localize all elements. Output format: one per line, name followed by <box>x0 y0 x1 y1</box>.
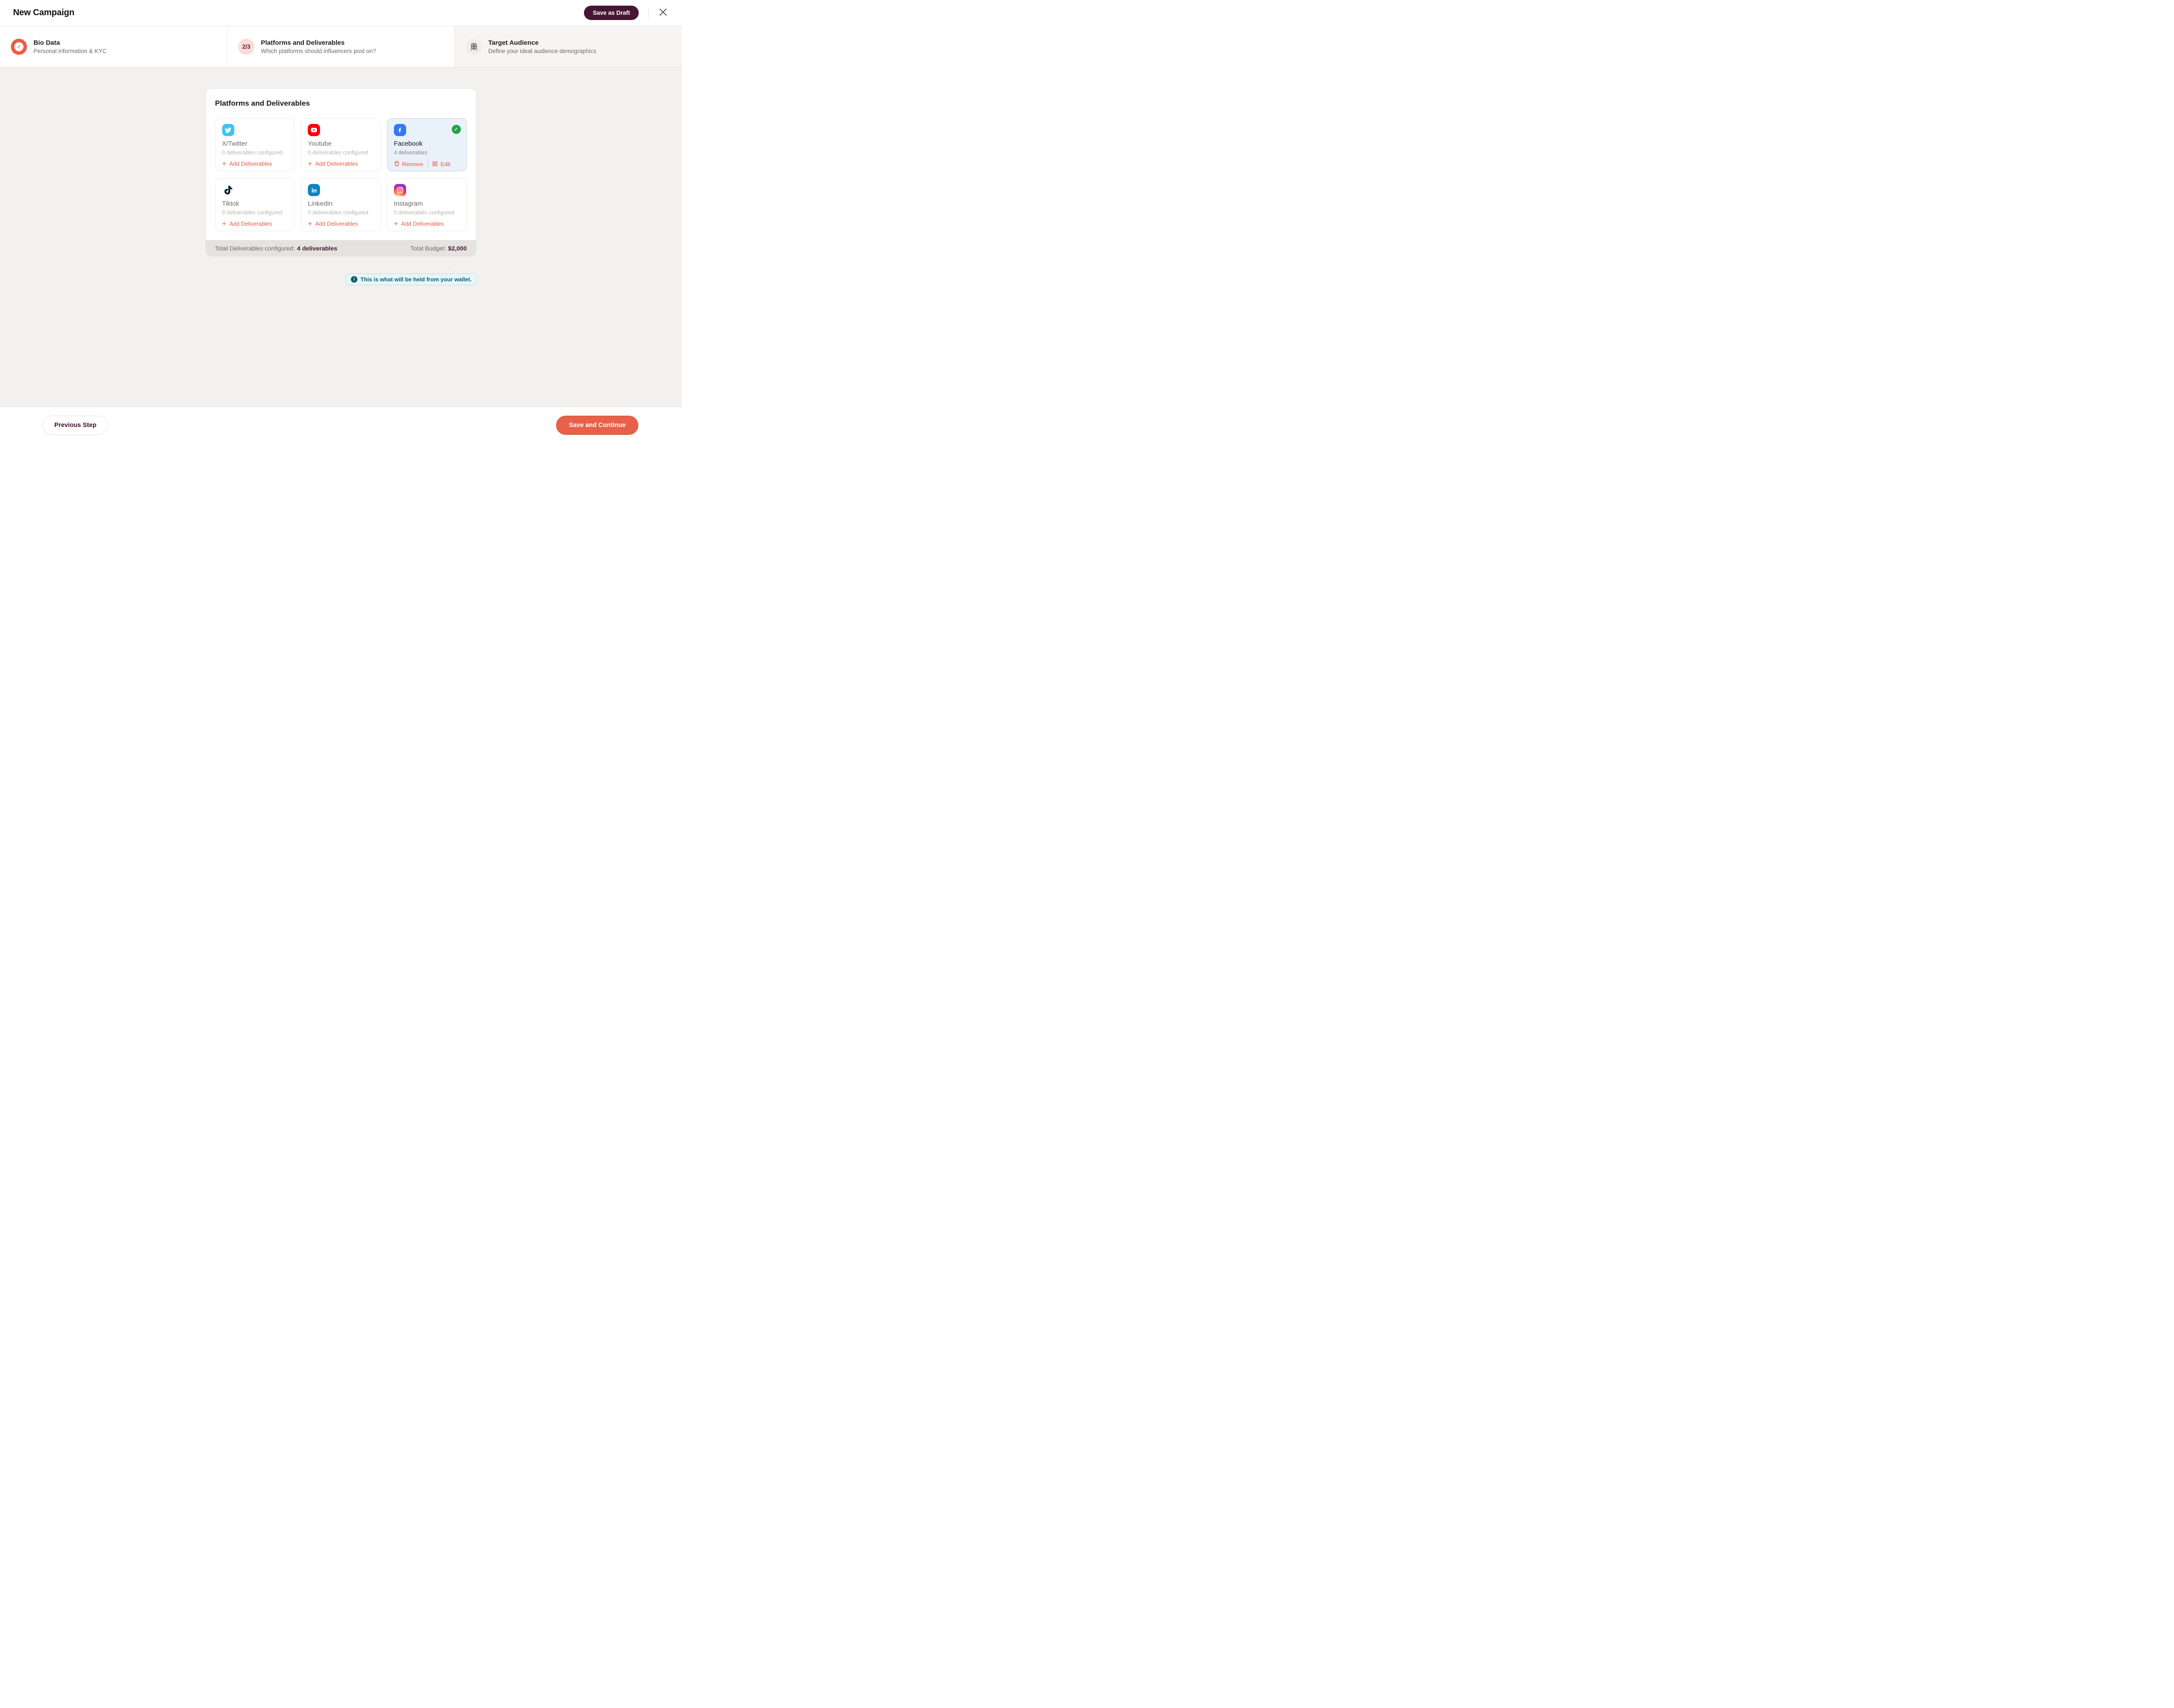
step-bio-data[interactable]: ✓ Bio Data Personal information & KYC <box>0 26 227 67</box>
bottom-action-bar: Previous Step Save and Continue <box>0 407 682 443</box>
platform-card-tiktok[interactable]: Tiktok 0 deliverables configured + Add D… <box>215 178 295 231</box>
total-deliverables: Total Deliverables configured:4 delivera… <box>215 245 337 252</box>
platform-status: 0 deliverables configured <box>222 210 288 216</box>
platforms-card: Platforms and Deliverables X/Twitter 0 d… <box>206 88 477 257</box>
platform-grid: X/Twitter 0 deliverables configured + Ad… <box>215 118 467 231</box>
previous-step-button[interactable]: Previous Step <box>43 416 108 435</box>
step-target-audience[interactable]: Target Audience Define your ideal audien… <box>455 26 682 67</box>
add-deliverables-button[interactable]: + Add Deliverables <box>308 160 358 167</box>
platform-card-youtube[interactable]: Youtube 0 deliverables configured + Add … <box>301 118 381 171</box>
platform-status: 0 deliverables configured <box>308 150 374 156</box>
info-icon: i <box>351 276 357 283</box>
tooltip-text: This is what will be held from your wall… <box>360 276 472 283</box>
youtube-icon <box>308 124 320 136</box>
audience-group-icon <box>466 39 482 55</box>
tiktok-icon <box>222 184 234 196</box>
totals-bar: Total Deliverables configured:4 delivera… <box>206 240 476 256</box>
page-title: New Campaign <box>13 8 74 18</box>
header: New Campaign Save as Draft <box>0 0 682 26</box>
platform-name: Facebook <box>394 140 460 147</box>
plus-icon: + <box>222 161 227 167</box>
plus-icon: + <box>308 221 312 227</box>
platform-card-instagram[interactable]: Instagram 0 deliverables configured + Ad… <box>387 178 467 231</box>
total-budget-value: $2,000 <box>448 245 467 252</box>
edit-button[interactable]: Edit <box>432 161 450 168</box>
platform-status: 0 deliverables configured <box>222 150 288 156</box>
twitter-icon <box>222 124 234 136</box>
save-and-continue-button[interactable]: Save and Continue <box>556 416 638 435</box>
check-icon: ✓ <box>14 42 23 51</box>
save-as-draft-button[interactable]: Save as Draft <box>584 6 639 20</box>
instagram-icon <box>394 184 406 196</box>
add-deliverables-button[interactable]: + Add Deliverables <box>222 220 272 227</box>
edit-icon <box>432 161 438 168</box>
platform-status: 0 deliverables configured <box>308 210 374 216</box>
step-completed-icon: ✓ <box>11 39 27 55</box>
platform-status: 0 deliverables configured <box>394 210 460 216</box>
step-title: Bio Data <box>33 39 107 47</box>
facebook-icon <box>394 124 406 136</box>
header-divider <box>648 8 649 18</box>
main-content: Platforms and Deliverables X/Twitter 0 d… <box>0 67 682 407</box>
total-budget: Total Budget:$2,000 <box>410 245 467 252</box>
platform-name: Instagram <box>394 200 460 207</box>
step-subtitle: Personal information & KYC <box>33 48 107 54</box>
platform-card-facebook[interactable]: ✓ Facebook 4 deliverables Remove <box>387 118 467 171</box>
step-title: Target Audience <box>488 39 596 47</box>
close-button[interactable] <box>658 7 668 18</box>
platform-status: 4 deliverables <box>394 150 460 156</box>
action-divider <box>427 161 428 168</box>
platform-name: X/Twitter <box>222 140 288 147</box>
remove-button[interactable]: Remove <box>394 160 423 168</box>
plus-icon: + <box>308 161 312 167</box>
wallet-hold-tooltip: i This is what will be held from your wa… <box>346 274 477 285</box>
step-subtitle: Define your ideal audience demographics <box>488 48 596 54</box>
plus-icon: + <box>394 221 398 227</box>
add-deliverables-button[interactable]: + Add Deliverables <box>308 220 358 227</box>
add-deliverables-button[interactable]: + Add Deliverables <box>222 160 272 167</box>
card-title: Platforms and Deliverables <box>215 99 467 108</box>
step-progress-badge: 2/3 <box>238 39 254 55</box>
selected-check-icon: ✓ <box>452 125 461 134</box>
platform-name: Youtube <box>308 140 374 147</box>
plus-icon: + <box>222 221 227 227</box>
linkedin-icon <box>308 184 320 196</box>
header-actions: Save as Draft <box>584 6 668 20</box>
platform-name: LinkedIn <box>308 200 374 207</box>
platform-card-linkedin[interactable]: LinkedIn 0 deliverables configured + Add… <box>301 178 381 231</box>
step-title: Platforms and Deliverables <box>261 39 376 47</box>
close-icon <box>658 7 668 18</box>
trash-icon <box>394 160 400 168</box>
platform-card-twitter[interactable]: X/Twitter 0 deliverables configured + Ad… <box>215 118 295 171</box>
step-subtitle: Which platforms should influencers post … <box>261 48 376 54</box>
platform-name: Tiktok <box>222 200 288 207</box>
total-deliverables-value: 4 deliverables <box>297 245 337 252</box>
step-platforms-deliverables[interactable]: 2/3 Platforms and Deliverables Which pla… <box>227 26 455 67</box>
add-deliverables-button[interactable]: + Add Deliverables <box>394 220 444 227</box>
step-bar: ✓ Bio Data Personal information & KYC 2/… <box>0 26 682 67</box>
